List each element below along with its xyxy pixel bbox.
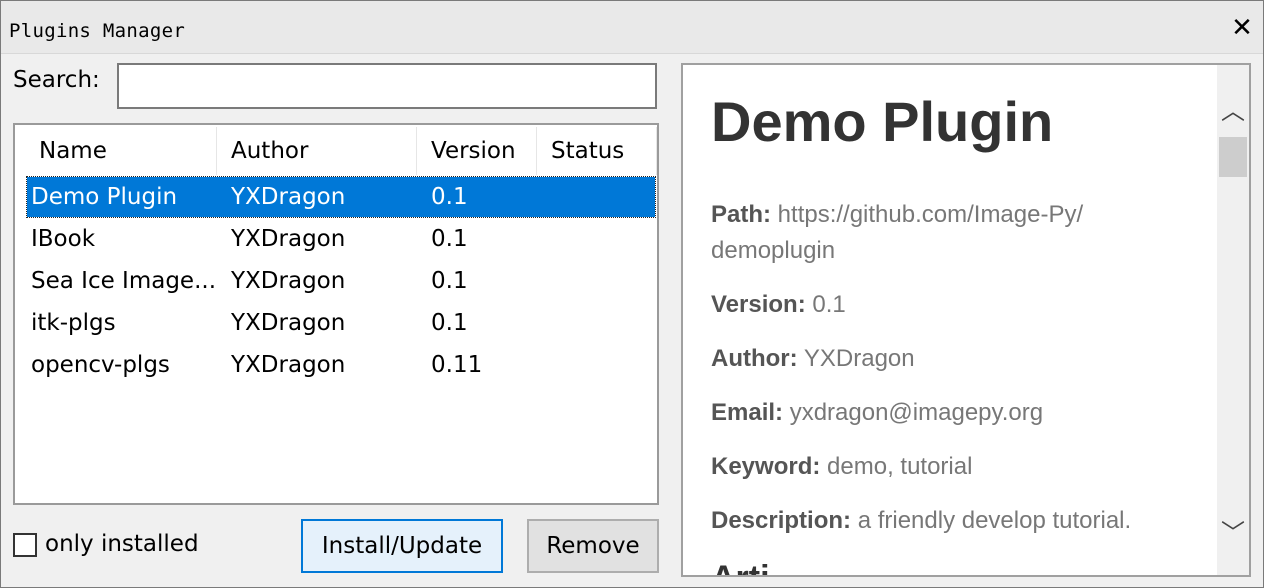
description-value: a friendly develop tutorial.	[857, 507, 1132, 534]
row-author: YXDragon	[231, 310, 346, 336]
row-name: itk-plgs	[31, 310, 116, 336]
search-input[interactable]	[117, 63, 657, 109]
version-label: Version:	[711, 291, 806, 318]
row-author: YXDragon	[231, 268, 346, 294]
window-title: Plugins Manager	[9, 20, 186, 42]
title-bar: Plugins Manager ✕	[1, 1, 1263, 54]
row-name: IBook	[31, 226, 96, 252]
row-name: Demo Plugin	[31, 184, 178, 210]
column-header-version[interactable]: Version	[417, 127, 537, 175]
install-update-button[interactable]: Install/Update	[301, 519, 503, 573]
column-header-name[interactable]: Name	[25, 127, 217, 175]
row-version: 0.1	[431, 226, 468, 252]
search-label: Search:	[13, 67, 100, 93]
row-status	[551, 345, 651, 385]
row-version: 0.1	[431, 184, 468, 210]
table-row[interactable]: IBook YXDragon 0.1	[27, 219, 655, 259]
row-name: Sea Ice Image...	[31, 268, 217, 294]
keyword-label: Keyword:	[711, 453, 821, 480]
row-version: 0.1	[431, 310, 468, 336]
email-label: Email:	[711, 399, 784, 426]
detail-title: Demo Plugin	[711, 90, 1054, 153]
table-row[interactable]: Sea Ice Image... YXDragon 0.1	[27, 261, 655, 301]
row-status	[551, 303, 651, 343]
chevron-up-icon[interactable]: ︿	[1217, 93, 1249, 129]
column-header-author[interactable]: Author	[217, 127, 417, 175]
column-header-status[interactable]: Status	[537, 127, 657, 175]
plugin-detail-panel: Demo Plugin Path: https://github.com/Ima…	[681, 63, 1251, 577]
row-version: 0.11	[431, 352, 483, 378]
email-value: yxdragon@imagepy.org	[789, 399, 1044, 426]
only-installed-label[interactable]: only installed	[45, 531, 199, 557]
chevron-down-icon[interactable]: ﹀	[1217, 515, 1249, 551]
close-icon[interactable]: ✕	[1229, 15, 1255, 41]
row-author: YXDragon	[231, 184, 346, 210]
detail-author: Author: YXDragon	[711, 341, 1091, 377]
table-row[interactable]: opencv-plgs YXDragon 0.11	[27, 345, 655, 385]
author-label: Author:	[711, 345, 798, 372]
table-row[interactable]: Demo Plugin YXDragon 0.1	[26, 176, 656, 218]
only-installed-checkbox[interactable]	[13, 533, 37, 557]
detail-cutoff-heading: Arti...	[711, 559, 798, 575]
row-name: opencv-plgs	[31, 352, 170, 378]
table-row[interactable]: itk-plgs YXDragon 0.1	[27, 303, 655, 343]
plugin-list[interactable]: Name Author Version Status Demo Plugin Y…	[13, 123, 659, 505]
detail-scrollbar[interactable]: ︿ ﹀	[1217, 65, 1249, 575]
version-value: 0.1	[812, 291, 846, 318]
row-status	[551, 177, 651, 217]
author-value: YXDragon	[803, 345, 915, 372]
row-status	[551, 261, 651, 301]
detail-path: Path: https://github.com/Image-Py/demopl…	[711, 197, 1091, 269]
row-author: YXDragon	[231, 226, 346, 252]
keyword-value: demo, tutorial	[827, 453, 973, 480]
detail-keyword: Keyword: demo, tutorial	[711, 449, 1091, 485]
plugins-manager-window: Plugins Manager ✕ Search: Name Author Ve…	[0, 0, 1264, 588]
row-version: 0.1	[431, 268, 468, 294]
row-status	[551, 219, 651, 259]
scrollbar-thumb[interactable]	[1219, 137, 1247, 177]
detail-version: Version: 0.1	[711, 287, 1091, 323]
row-author: YXDragon	[231, 352, 346, 378]
detail-email: Email: yxdragon@imagepy.org	[711, 395, 1091, 431]
remove-button[interactable]: Remove	[527, 519, 659, 573]
description-label: Description:	[711, 507, 852, 534]
path-label: Path:	[711, 201, 771, 228]
detail-description: Description: a friendly develop tutorial…	[711, 503, 1181, 539]
